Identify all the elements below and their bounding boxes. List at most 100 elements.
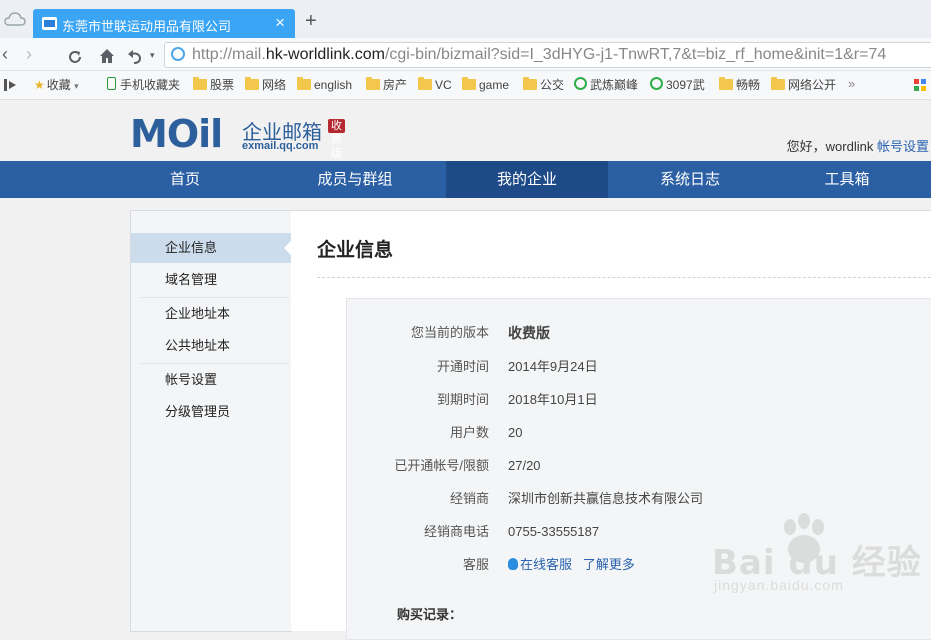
forward-icon[interactable]: › [26,43,32,65]
bookmark-folder[interactable]: 网络 [245,77,286,93]
sidebar-item-public-addressbook[interactable]: 公共地址本 [131,331,292,361]
bookmark-site[interactable]: 3097武 [650,77,705,93]
sidebar-item-company-info[interactable]: 企业信息 [131,233,293,263]
info-row-expiry-date: 到期时间 2018年10月1日 [347,390,931,410]
user-greeting: 您好，wordlink 帐号设置 [787,136,929,155]
site-icon [650,77,663,90]
sidebar-item-sub-admin[interactable]: 分级管理员 [131,397,292,427]
sidebar: 企业信息 域名管理 企业地址本 公共地址本 帐号设置 分级管理员 [130,210,293,632]
info-row-version: 您当前的版本 收费版 [347,323,931,343]
info-row-start-date: 开通时间 2014年9月24日 [347,357,931,377]
info-value: 0755-33555187 [508,524,600,539]
page-title: 企业信息 [317,240,394,261]
qq-icon [508,558,518,570]
bookmark-folder[interactable]: 网络公开 [771,77,836,93]
sidebar-item-company-addressbook[interactable]: 企业地址本 [131,299,292,329]
info-row-user-count: 用户数 20 [347,423,931,443]
edition-badge: 收费版 [328,119,345,160]
bookmark-site[interactable]: 武炼巅峰 [574,77,638,93]
folder-icon [719,77,733,90]
cloud-icon[interactable] [4,12,26,26]
sidebar-item-domain[interactable]: 域名管理 [131,265,292,295]
info-label: 开通时间 [436,359,489,374]
info-label: 经销商 [449,491,489,506]
globe-icon [171,47,185,61]
folder-icon [297,77,311,90]
browser-tab-bar: 东莞市世联运动用品有限公司 × + [0,0,931,38]
divider [141,297,289,298]
page: MOil 企业邮箱 收费版 exmail.qq.com 您好，wordlink … [0,100,931,640]
info-label: 客服 [462,557,489,572]
folder-icon [366,77,380,90]
folder-icon [771,77,785,90]
info-row-service: 客服 在线客服 了解更多 [347,555,931,575]
phone-icon [107,77,116,90]
divider [141,363,289,364]
site-icon [574,77,587,90]
folder-icon [193,77,207,90]
info-row-reseller: 经销商 深圳市创新共赢信息技术有限公司 [347,489,931,509]
greeting-text: 您好，wordlink [786,139,874,154]
main-content: 企业信息 您当前的版本 收费版 开通时间 2014年9月24日 到期时间 201… [291,210,931,640]
bookmark-folder[interactable]: 公交 [523,77,564,93]
apps-grid-icon[interactable] [914,79,927,92]
home-icon[interactable] [98,45,116,67]
purchase-records-heading: 购买记录： [397,607,463,622]
account-settings-link[interactable]: 帐号设置 [877,139,929,154]
url-text[interactable]: http://mail.hk-worldlink.com/cgi-bin/biz… [192,46,886,64]
info-label: 经销商电话 [423,524,489,539]
folder-icon [523,77,537,90]
folder-icon [462,77,476,90]
divider [317,277,931,278]
back-icon[interactable]: ‹ [2,43,8,65]
more-bookmarks-icon[interactable]: » [848,76,855,91]
info-value: 深圳市创新共赢信息技术有限公司 [508,491,704,506]
info-value: 20 [508,425,523,440]
info-panel: 您当前的版本 收费版 开通时间 2014年9月24日 到期时间 2018年10月… [346,298,931,640]
bookmark-mobile[interactable]: 手机收藏夹 [107,77,180,93]
info-label: 用户数 [449,425,489,440]
chevron-down-icon: ▾ [74,81,79,91]
reload-icon[interactable] [66,46,84,68]
folder-icon [418,77,432,90]
main-nav: 首页 成员与群组 我的企业 系统日志 工具箱 [0,161,931,198]
service-links: 在线客服 了解更多 [508,555,635,575]
book-icon [42,17,57,30]
nav-toolbox[interactable]: 工具箱 [780,161,914,198]
nav-system-log[interactable]: 系统日志 [620,161,760,198]
bookmark-folder[interactable]: 房产 [366,77,407,93]
logo-mail-text: MOil [130,112,223,156]
info-value: 2018年10月1日 [508,392,598,407]
tab-title: 东莞市世联运动用品有限公司 [62,19,232,34]
nav-my-company[interactable]: 我的企业 [446,161,608,198]
undo-icon[interactable] [126,46,144,68]
folder-icon [245,77,259,90]
info-row-account-quota: 已开通帐号/限额 27/20 [347,456,931,476]
bookmarks-bar: ★ 收藏 ▾ 手机收藏夹 股票 网络 english 房产 VC game 公交 … [0,71,931,100]
info-value: 2014年9月24日 [508,359,598,374]
address-bar[interactable]: http://mail.hk-worldlink.com/cgi-bin/biz… [164,42,931,68]
bookmark-favorites[interactable]: ★ 收藏 ▾ [34,77,79,93]
info-value: 27/20 [508,458,541,473]
bookmark-folder[interactable]: game [462,77,509,93]
login-icon[interactable] [4,79,18,91]
bookmark-folder[interactable]: VC [418,77,452,93]
info-label: 已开通帐号/限额 [394,458,489,473]
close-icon[interactable]: × [275,13,285,33]
bookmark-folder[interactable]: 畅畅 [719,77,760,93]
sidebar-item-account-settings[interactable]: 帐号设置 [131,365,292,395]
new-tab-button[interactable]: + [305,10,317,32]
nav-home[interactable]: 首页 [130,161,240,198]
bookmark-folder[interactable]: 股票 [193,77,234,93]
learn-more-link[interactable]: 了解更多 [583,557,635,572]
star-icon: ★ [34,78,45,92]
bookmark-folder[interactable]: english [297,77,352,93]
info-row-reseller-phone: 经销商电话 0755-33555187 [347,522,931,542]
browser-tab[interactable]: 东莞市世联运动用品有限公司 × [33,9,295,38]
logo-domain: exmail.qq.com [242,140,319,152]
info-label: 到期时间 [436,392,489,407]
online-service-link[interactable]: 在线客服 [508,557,572,572]
browser-nav-bar: ‹ › ▾ http://mail.hk-worldlink.com/cgi-b… [0,38,931,71]
chevron-down-icon[interactable]: ▾ [150,44,155,66]
nav-members[interactable]: 成员与群组 [280,161,430,198]
